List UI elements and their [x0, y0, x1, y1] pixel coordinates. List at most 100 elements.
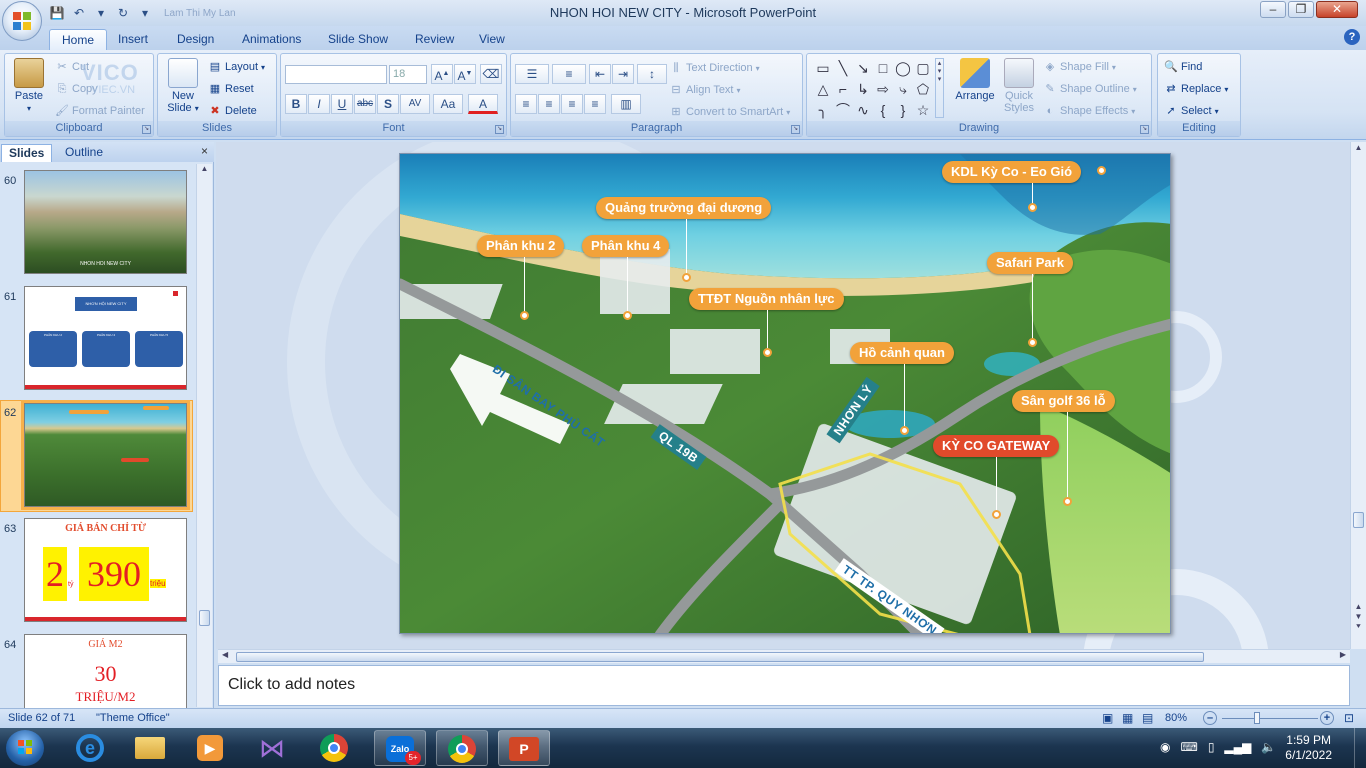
fit-window-icon[interactable]: ⊡ [1344, 711, 1354, 725]
justify-button[interactable]: ≡ [584, 94, 606, 114]
drawing-launcher-icon[interactable]: ↘ [1140, 125, 1149, 134]
curved-arrow-shape-icon[interactable]: ⤷ [893, 79, 913, 100]
paste-button[interactable]: Paste ▾ [9, 58, 49, 115]
decrease-indent-button[interactable]: ⇤ [589, 64, 611, 84]
italic-button[interactable]: I [308, 94, 330, 114]
slide-thumbnail-60[interactable]: NHON HOI NEW CITY [24, 170, 187, 274]
minimize-button[interactable]: – [1260, 1, 1286, 18]
taskbar-powerpoint[interactable]: P [498, 730, 550, 766]
scroll-thumb[interactable] [236, 652, 1204, 662]
underline-button[interactable]: U [331, 94, 353, 114]
taskbar-zalo[interactable]: Zalo 5+ [374, 730, 426, 766]
slide-show-icon[interactable]: ▤ [1142, 711, 1153, 725]
right-brace-shape-icon[interactable]: } [893, 100, 913, 121]
tab-animations[interactable]: Animations [230, 29, 313, 50]
rounded-rect-shape-icon[interactable]: ▢ [913, 58, 933, 79]
block-arrow-shape-icon[interactable]: ⇨ [873, 79, 893, 100]
taskbar-chrome[interactable] [308, 730, 360, 766]
zoom-slider[interactable] [1222, 718, 1318, 719]
tab-review[interactable]: Review [403, 29, 466, 50]
freeform-shape-icon[interactable]: ∿ [853, 100, 873, 121]
bold-button[interactable]: B [285, 94, 307, 114]
font-name-combo[interactable] [285, 65, 387, 84]
taskbar-chrome-profile[interactable] [436, 730, 488, 766]
char-spacing-button[interactable]: AV [400, 94, 430, 114]
shapes-gallery[interactable]: ▭ ╲ ↘ □ ◯ ▢ △ ⌐ ↳ ⇨ ⤷ ⬠ ╮ ⌒ ∿{} ☆ [813, 58, 933, 121]
office-button[interactable] [2, 1, 42, 41]
new-slide-button[interactable]: New Slide ▾ [162, 58, 204, 115]
quick-styles-button[interactable]: Quick Styles [1002, 58, 1036, 114]
tab-view[interactable]: View [467, 29, 517, 50]
triangle-shape-icon[interactable]: △ [813, 79, 833, 100]
align-center-button[interactable]: ≡ [538, 94, 560, 114]
device-icon[interactable]: ▯ [1208, 740, 1215, 754]
numbering-button[interactable]: ≡ [552, 64, 586, 84]
taskbar-ie[interactable]: e [64, 730, 116, 766]
align-right-button[interactable]: ≡ [561, 94, 583, 114]
columns-button[interactable]: ▥ [611, 94, 641, 114]
taskbar-explorer[interactable] [124, 730, 176, 766]
tab-slides[interactable]: Slides [1, 144, 53, 162]
zoom-in-icon[interactable]: + [1320, 711, 1334, 725]
slide-thumbnail-61[interactable]: NHƠN HỘI NEW CITY PHÂN KHU 2 PHÂN KHU 4 … [24, 286, 187, 390]
align-left-button[interactable]: ≡ [515, 94, 537, 114]
keyboard-icon[interactable]: ⌨ [1180, 740, 1197, 754]
tab-design[interactable]: Design [165, 29, 226, 50]
replace-button[interactable]: ⇄ Replace ▾ [1164, 79, 1228, 99]
arrow-line-shape-icon[interactable]: ↘ [853, 58, 873, 79]
pane-close-icon[interactable]: × [201, 144, 208, 158]
volume-icon[interactable]: 🔈 [1261, 740, 1276, 754]
zoom-slider-thumb[interactable] [1254, 712, 1260, 724]
clear-format-button[interactable]: ⌫ [480, 64, 502, 84]
scroll-up-icon[interactable]: ▲ [198, 164, 211, 178]
layout-button[interactable]: ▤ Layout ▾ [208, 57, 265, 77]
help-icon[interactable]: ? [1344, 29, 1360, 45]
increase-indent-button[interactable]: ⇥ [612, 64, 634, 84]
shape-fill-button[interactable]: ◈ Shape Fill ▾ [1043, 57, 1116, 77]
change-case-button[interactable]: Aa [433, 94, 463, 114]
elbow-shape-icon[interactable]: ↳ [853, 79, 873, 100]
connector-shape-icon[interactable]: ⌐ [833, 79, 853, 100]
prev-next-slide-icon[interactable]: ▲ ▼ ⯆ [1352, 602, 1365, 632]
tab-slide-show[interactable]: Slide Show [316, 29, 400, 50]
clipboard-launcher-icon[interactable]: ↘ [142, 125, 151, 134]
arrange-button[interactable]: Arrange [950, 58, 1000, 102]
shape-effects-button[interactable]: ◐ Shape Effects ▾ [1043, 101, 1136, 121]
zalo-tray-icon[interactable]: ◉ [1160, 740, 1170, 754]
slide-thumbnail-63[interactable]: GIÁ BÁN CHỈ TỪ 2 tỷ 390 triệu [24, 518, 187, 622]
taskbar-media[interactable]: ▶ [184, 730, 236, 766]
textbox-shape-icon[interactable]: ▭ [813, 58, 833, 79]
select-button[interactable]: ➚ Select ▾ [1164, 101, 1218, 121]
tab-home[interactable]: Home [49, 29, 108, 50]
line-shape-icon[interactable]: ╲ [833, 58, 853, 79]
rectangle-shape-icon[interactable]: □ [873, 58, 893, 79]
zoom-level[interactable]: 80% [1165, 712, 1187, 724]
scroll-thumb[interactable] [1353, 512, 1364, 528]
arc-shape-icon[interactable]: ╮ [813, 100, 833, 121]
notes-pane[interactable]: Click to add notes [218, 665, 1350, 706]
editor-horizontal-scrollbar[interactable]: ◀ ▶ [218, 649, 1350, 663]
delete-button[interactable]: ✖ Delete [208, 101, 256, 121]
text-direction-button[interactable]: ⫼ Text Direction ▾ [669, 58, 759, 78]
start-button[interactable] [6, 730, 44, 766]
taskbar-visual-studio[interactable]: ⋈ [246, 730, 298, 766]
scroll-up-icon[interactable]: ▲ [1352, 143, 1365, 157]
format-painter-button[interactable]: 🖌 Format Painter [55, 101, 145, 121]
slide-sorter-icon[interactable]: ▦ [1122, 711, 1133, 725]
normal-view-icon[interactable]: ▣ [1102, 711, 1113, 725]
grow-font-button[interactable]: A▲ [431, 64, 453, 84]
editor-vertical-scrollbar[interactable]: ▲ ▲ ▼ ⯆ [1350, 142, 1366, 649]
shape-outline-button[interactable]: ✎ Shape Outline ▾ [1043, 79, 1136, 99]
shrink-font-button[interactable]: A▼ [454, 64, 476, 84]
thumbnails-scrollbar[interactable]: ▲ [196, 164, 212, 707]
paragraph-launcher-icon[interactable]: ↘ [791, 125, 800, 134]
tab-outline[interactable]: Outline [58, 144, 110, 162]
scroll-left-icon[interactable]: ◀ [222, 650, 228, 659]
star-shape-icon[interactable]: ☆ [913, 100, 933, 121]
scroll-thumb[interactable] [199, 610, 210, 626]
tab-insert[interactable]: Insert [106, 29, 160, 50]
reset-button[interactable]: ▦ Reset [208, 79, 254, 99]
oval-shape-icon[interactable]: ◯ [893, 58, 913, 79]
left-brace-shape-icon[interactable]: { [873, 100, 893, 121]
clock[interactable]: 1:59 PM 6/1/2022 [1285, 733, 1332, 763]
